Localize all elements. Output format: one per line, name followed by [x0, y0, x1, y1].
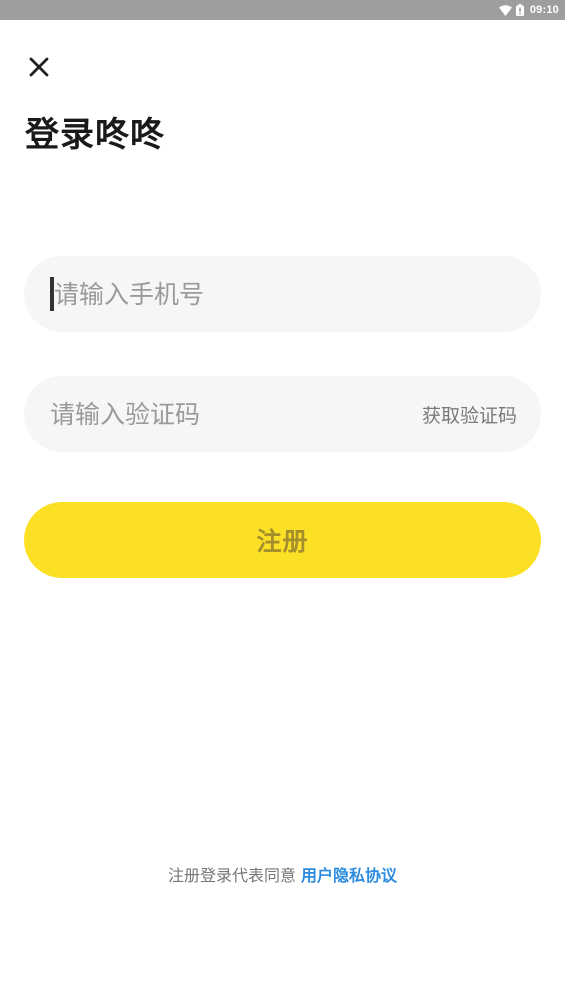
login-screen: 09:10 登录咚咚 获取验证码 注册 注册登录代表同意 用户隐私协议 — [0, 0, 565, 1007]
privacy-policy-link[interactable]: 用户隐私协议 — [301, 866, 397, 885]
agreement-notice: 注册登录代表同意 用户隐私协议 — [0, 862, 565, 886]
wifi-icon — [498, 4, 512, 16]
verification-code-input[interactable] — [50, 394, 422, 434]
close-button[interactable] — [24, 54, 54, 84]
status-bar: 09:10 — [0, 0, 565, 20]
close-icon — [28, 56, 50, 82]
get-code-button[interactable]: 获取验证码 — [422, 401, 517, 428]
page-title: 登录咚咚 — [25, 115, 165, 155]
register-button[interactable]: 注册 — [24, 502, 541, 578]
register-label: 注册 — [256, 527, 309, 556]
phone-field — [24, 256, 541, 332]
agreement-text: 注册登录代表同意 — [167, 866, 296, 885]
phone-input[interactable] — [54, 274, 517, 314]
code-field: 获取验证码 — [24, 376, 541, 452]
status-time: 09:10 — [529, 4, 559, 16]
battery-icon — [515, 4, 524, 16]
